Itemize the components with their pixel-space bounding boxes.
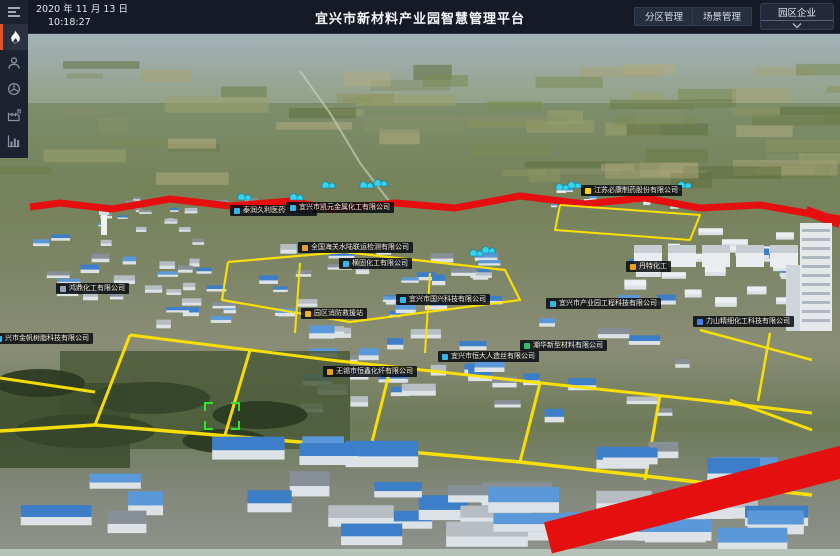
company-marker-icon [550, 301, 556, 307]
map-label-text: 宜兴市产业园工程科技有限公司 [559, 300, 657, 307]
park-enterprises-dropdown[interactable]: 园区企业 [760, 3, 834, 30]
scene-management-button[interactable]: 场景管理 [692, 7, 752, 26]
map-label[interactable]: 江苏必康制药股份有限公司 [581, 185, 682, 196]
user-icon [7, 56, 21, 70]
map-label[interactable]: 力山精细化工科技有限公司 [693, 316, 794, 327]
map-label[interactable]: 园区消防救援站 [301, 308, 367, 319]
company-marker-icon [60, 286, 66, 292]
chevron-down-icon [791, 22, 803, 29]
sidebar-item-fire[interactable] [0, 24, 28, 50]
company-marker-icon [585, 188, 591, 194]
company-marker-icon [302, 245, 308, 251]
company-marker-icon [524, 343, 530, 349]
map-label[interactable]: 丹特化工 [626, 261, 671, 272]
map-label[interactable]: 鸿鼎化工有限公司 [56, 283, 129, 294]
dropdown-label: 园区企业 [761, 4, 833, 21]
app-window: 泰润久利医药有限公司 宜兴市凯元金属化工有限公司 全国海关水陆联运检测有限公司 … [0, 0, 840, 556]
map-label[interactable]: 兴市金帆树脂科技有限公司 [0, 333, 93, 344]
map-label-text: 横固化工有限公司 [352, 260, 408, 267]
company-marker-icon [697, 319, 703, 325]
map-label-text: 宜兴市国兴科技有限公司 [409, 296, 486, 303]
sidebar-item-personnel[interactable] [0, 50, 28, 76]
map-label[interactable]: 潮华新型材料有限公司 [520, 340, 607, 351]
sidebar-item-menu[interactable] [0, 0, 28, 24]
map-label-text: 无锡市恒鑫化纤有限公司 [336, 368, 413, 375]
map-label-text: 潮华新型材料有限公司 [533, 342, 603, 349]
map-label[interactable]: 宜兴市凯元金属化工有限公司 [286, 202, 394, 213]
map-labels-layer: 泰润久利医药有限公司 宜兴市凯元金属化工有限公司 全国海关水陆联运检测有限公司 … [0, 33, 840, 556]
flame-icon [9, 30, 22, 45]
company-marker-icon [0, 336, 2, 342]
map-label-text: 宜兴市凯元金属化工有限公司 [299, 204, 390, 211]
map-label[interactable]: 宜兴市国兴科技有限公司 [396, 294, 490, 305]
factory-icon [7, 108, 22, 122]
left-toolbar [0, 0, 28, 158]
top-bar: 2020 年 11 月 13 日 10:18:27 宜兴市新材料产业园智慧管理平… [0, 0, 840, 34]
gauge-icon [7, 82, 21, 96]
map-label-text: 江苏必康制药股份有限公司 [594, 187, 678, 194]
sidebar-item-monitoring[interactable] [0, 76, 28, 102]
zone-management-button[interactable]: 分区管理 [634, 7, 694, 26]
company-marker-icon [290, 205, 296, 211]
map-label[interactable]: 宜兴市产业园工程科技有限公司 [546, 298, 661, 309]
sidebar-item-enterprises[interactable] [0, 102, 28, 128]
map-viewport[interactable]: 泰润久利医药有限公司 宜兴市凯元金属化工有限公司 全国海关水陆联运检测有限公司 … [0, 33, 840, 556]
map-label-text: 全国海关水陆联运检测有限公司 [311, 244, 409, 251]
map-label[interactable]: 全国海关水陆联运检测有限公司 [298, 242, 413, 253]
map-label-text: 兴市金帆树脂科技有限公司 [5, 335, 89, 342]
map-label[interactable]: 横固化工有限公司 [339, 258, 412, 269]
bar-chart-icon [7, 134, 21, 148]
company-marker-icon [305, 311, 311, 317]
company-marker-icon [630, 264, 636, 270]
map-label-text: 宜兴市恒大人造丝有限公司 [451, 353, 535, 360]
sidebar-item-statistics[interactable] [0, 128, 28, 154]
company-marker-icon [400, 297, 406, 303]
map-label[interactable]: 宜兴市恒大人造丝有限公司 [438, 351, 539, 362]
company-marker-icon [343, 261, 349, 267]
map-label-text: 丹特化工 [639, 263, 667, 270]
menu-icon [7, 6, 21, 18]
company-marker-icon [327, 369, 333, 375]
map-label[interactable]: 无锡市恒鑫化纤有限公司 [323, 366, 417, 377]
map-label-text: 鸿鼎化工有限公司 [69, 285, 125, 292]
map-label-text: 力山精细化工科技有限公司 [706, 318, 790, 325]
company-marker-icon [234, 208, 240, 214]
company-marker-icon [442, 354, 448, 360]
map-label-text: 园区消防救援站 [314, 310, 363, 317]
